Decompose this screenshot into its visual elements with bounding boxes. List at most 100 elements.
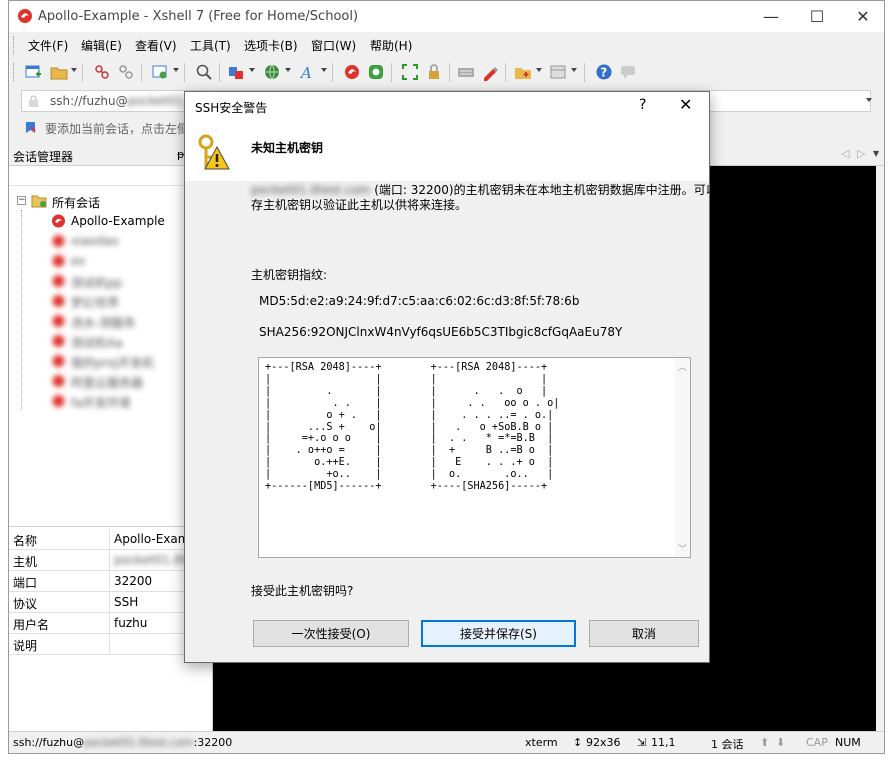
- globe-dropdown-icon[interactable]: [285, 68, 291, 72]
- session-manager-header: 会话管理器 ᵽ: [9, 144, 213, 166]
- font-icon[interactable]: A: [299, 63, 317, 81]
- new-folder-icon[interactable]: [514, 63, 532, 81]
- layout-icon[interactable]: [549, 63, 567, 81]
- status-num: NUM: [835, 736, 861, 749]
- property-key: 用户名: [13, 618, 50, 632]
- menu-tools[interactable]: 工具(T): [190, 37, 231, 54]
- toolbar-separator: [505, 63, 506, 82]
- window-title: Apollo-Example - Xshell 7 (Free for Home…: [38, 9, 359, 24]
- connect-icon[interactable]: [93, 63, 111, 81]
- accept-save-button[interactable]: 接受并保存(S): [421, 620, 576, 647]
- tree-item-blurred[interactable]: fa开发环境: [9, 391, 212, 411]
- tree-item-blurred[interactable]: ex: [9, 251, 212, 271]
- accept-once-button[interactable]: 一次性接受(O): [253, 620, 409, 647]
- hint-text: 要添加当前会话，点击左侧: [45, 122, 190, 136]
- tree-item-blurred[interactable]: xiaodao: [9, 231, 212, 251]
- property-key: 协议: [13, 597, 38, 611]
- tree-item-blurred[interactable]: 梦幻世界: [9, 291, 212, 311]
- address-dropdown-icon[interactable]: [866, 98, 872, 102]
- session-icon: [52, 295, 65, 307]
- tab-next-icon[interactable]: ▷: [857, 147, 865, 160]
- session-icon: [52, 335, 65, 347]
- new-session-icon[interactable]: [24, 63, 42, 81]
- disconnect-icon[interactable]: [117, 63, 135, 81]
- minimize-button[interactable]: —: [748, 1, 794, 32]
- toolbar: A ?: [9, 58, 884, 87]
- randomart-scrollbar[interactable]: ︿ ﹀: [675, 358, 690, 557]
- property-key: 名称: [13, 534, 38, 548]
- xftp-icon[interactable]: [367, 63, 385, 81]
- tree-item-blurred[interactable]: 阿里云服务器: [9, 371, 212, 391]
- session-label: fa开发环境: [71, 396, 131, 410]
- session-icon: [52, 315, 65, 327]
- session-icon: [52, 214, 65, 228]
- dialog-close-button[interactable]: ✕: [679, 95, 692, 114]
- resize-icon: ↕: [573, 736, 583, 749]
- tree-item-blurred[interactable]: 我的proj开发机: [9, 351, 212, 371]
- status-caps: CAP: [806, 736, 828, 749]
- terminal-scrollbar[interactable]: [876, 166, 884, 731]
- menu-help[interactable]: 帮助(H): [370, 37, 412, 54]
- tab-prev-icon[interactable]: ◁: [841, 147, 849, 160]
- randomart-box[interactable]: +---[RSA 2048]----+ +---[RSA 2048]----+ …: [258, 357, 691, 558]
- menu-tabs[interactable]: 选项卡(B): [244, 37, 298, 54]
- property-row-name: 名称 Apollo-Example: [9, 529, 212, 550]
- session-properties-icon[interactable]: [151, 63, 169, 81]
- title-bar[interactable]: Apollo-Example - Xshell 7 (Free for Home…: [9, 1, 884, 32]
- xshell-logo-icon: [18, 9, 32, 23]
- scroll-down-icon[interactable]: ﹀: [678, 542, 687, 555]
- menu-edit[interactable]: 编辑(E): [81, 37, 122, 54]
- toolbar-grip: [13, 63, 16, 81]
- menu-file[interactable]: 文件(F): [28, 37, 68, 54]
- menu-window[interactable]: 窗口(W): [311, 37, 356, 54]
- properties-dropdown-icon[interactable]: [173, 68, 179, 72]
- maximize-button[interactable]: ☐: [794, 1, 840, 32]
- cancel-button[interactable]: 取消: [589, 620, 699, 647]
- md5-fingerprint: MD5:5d:e2:a9:24:9f:d7:c5:aa:c6:02:6c:d3:…: [259, 294, 580, 308]
- property-key: 说明: [13, 639, 38, 653]
- xshell-red-icon[interactable]: [343, 63, 361, 81]
- highlighter-icon[interactable]: [481, 63, 499, 81]
- next-session-icon[interactable]: ⬇: [776, 736, 785, 749]
- tab-menu-icon[interactable]: ▼: [873, 149, 879, 158]
- scroll-up-icon[interactable]: ︿: [678, 360, 687, 373]
- session-label: 梦幻世界: [71, 296, 120, 310]
- status-size: 92x36: [586, 736, 621, 749]
- menu-view[interactable]: 查看(V): [135, 37, 177, 54]
- tree-item-blurred[interactable]: 流水-测服务: [9, 311, 212, 331]
- svg-text:?: ?: [600, 66, 607, 80]
- chat-icon[interactable]: [619, 63, 637, 81]
- session-filter-input[interactable]: [9, 166, 212, 186]
- dialog-help-button[interactable]: ?: [639, 97, 646, 113]
- folder-dropdown-icon[interactable]: [536, 68, 542, 72]
- ssh-security-dialog: SSH安全警告 ? ✕ 未知主机密钥 pocket01.0test.com (端…: [184, 91, 730, 663]
- layout-dropdown-icon[interactable]: [571, 68, 577, 72]
- fullscreen-icon[interactable]: [401, 63, 419, 81]
- transfer-dropdown-icon[interactable]: [249, 68, 255, 72]
- session-label: Apollo-Example: [71, 214, 165, 228]
- font-dropdown-icon[interactable]: [321, 68, 327, 72]
- keyboard-icon[interactable]: [457, 63, 475, 81]
- open-folder-icon[interactable]: [50, 63, 68, 81]
- session-icon: [52, 355, 65, 367]
- status-terminal-type: xterm: [525, 736, 558, 749]
- dialog-message-line2: 存主机密钥以验证此主机以供将来连接。: [251, 198, 468, 212]
- help-icon[interactable]: ?: [595, 63, 613, 81]
- dialog-title-bar[interactable]: SSH安全警告 ? ✕: [185, 92, 709, 121]
- close-button[interactable]: ✕: [840, 1, 884, 32]
- tree-root-all-sessions[interactable]: 所有会话: [9, 191, 212, 211]
- globe-icon[interactable]: [263, 63, 281, 81]
- lock-icon[interactable]: [425, 63, 443, 81]
- toolbar-separator: [141, 63, 142, 82]
- transfer-icon[interactable]: [227, 63, 245, 81]
- tree-item-apollo-example[interactable]: Apollo-Example: [9, 211, 212, 231]
- tree-item-blurred[interactable]: 测试机Aa: [9, 331, 212, 351]
- status-bar: ssh://fuzhu@pocket01.0test.com:32200 xte…: [9, 731, 884, 753]
- tree-item-blurred[interactable]: 测试机pp: [9, 271, 212, 291]
- prev-session-icon[interactable]: ⬆: [760, 736, 769, 749]
- dialog-title: SSH安全警告: [195, 101, 268, 115]
- find-icon[interactable]: [195, 63, 213, 81]
- bookmark-flag-icon[interactable]: [25, 121, 36, 134]
- status-cursor: 11,1: [651, 736, 676, 749]
- open-dropdown-icon[interactable]: [71, 68, 77, 72]
